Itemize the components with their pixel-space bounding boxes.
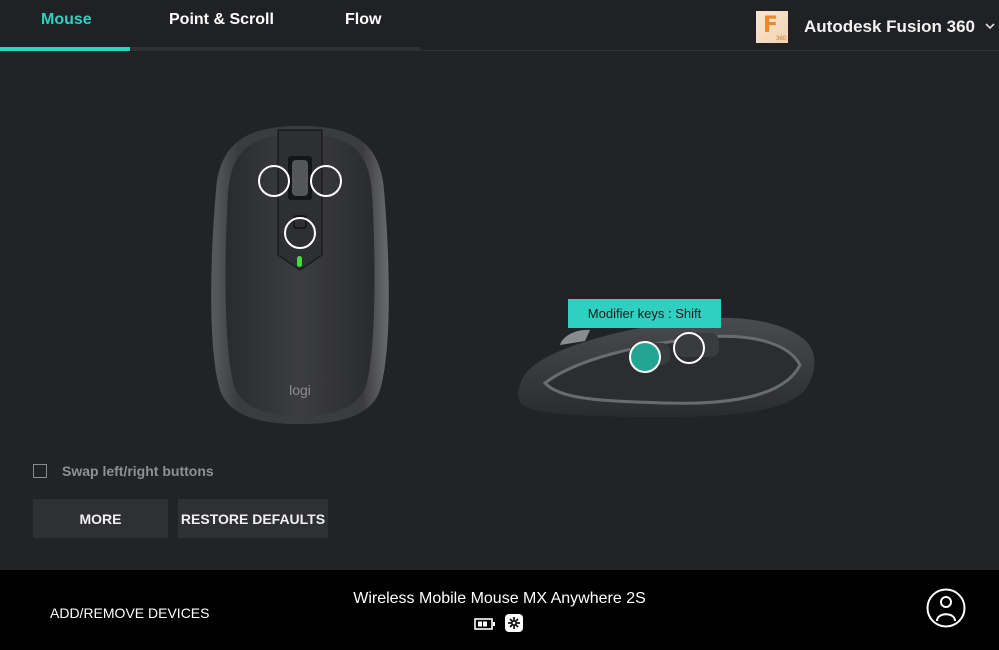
hotspot-side-button-2[interactable]	[673, 332, 705, 364]
battery-icon	[474, 617, 496, 635]
status-led	[297, 256, 302, 267]
device-name: Wireless Mobile Mouse MX Anywhere 2S	[353, 590, 646, 607]
top-bar: Mouse Point & Scroll Flow F 360 Autodesk…	[0, 0, 999, 52]
hotspot-back-button[interactable]	[258, 165, 290, 197]
divider	[420, 50, 999, 51]
hotspot-gesture-button[interactable]	[284, 217, 316, 249]
chevron-down-icon	[985, 21, 995, 33]
user-profile-icon[interactable]	[926, 588, 966, 628]
fusion-360-app-icon: F 360	[756, 11, 788, 43]
swap-checkbox[interactable]	[33, 464, 47, 478]
unifying-receiver-icon	[505, 614, 523, 637]
hotspot-side-button-1[interactable]	[629, 341, 661, 373]
tab-bar: Mouse Point & Scroll Flow	[0, 0, 420, 52]
logi-logo: logi	[289, 382, 311, 398]
app-selector[interactable]: F 360 Autodesk Fusion 360	[756, 10, 995, 44]
tab-point-scroll[interactable]: Point & Scroll	[169, 11, 274, 29]
app-name: Autodesk Fusion 360	[804, 17, 975, 36]
active-tab-indicator	[0, 47, 130, 51]
app-icon-badge: 360	[775, 36, 786, 42]
more-button[interactable]: MORE	[33, 499, 168, 538]
app-icon-letter: F	[763, 13, 779, 38]
footer: ADD/REMOVE DEVICES Wireless Mobile Mouse…	[0, 570, 999, 650]
tab-mouse[interactable]: Mouse	[41, 11, 92, 29]
device-status	[474, 614, 523, 637]
hotspot-tooltip: Modifier keys : Shift	[568, 299, 721, 328]
mouse-top-illustration: logi	[211, 126, 389, 424]
mouse-top-view: logi	[200, 120, 400, 430]
swap-label: Swap left/right buttons	[62, 463, 214, 479]
hotspot-forward-button[interactable]	[310, 165, 342, 197]
swap-buttons-option[interactable]: Swap left/right buttons	[33, 463, 214, 479]
restore-defaults-button[interactable]: RESTORE DEFAULTS	[178, 499, 328, 538]
tab-flow[interactable]: Flow	[345, 11, 381, 29]
